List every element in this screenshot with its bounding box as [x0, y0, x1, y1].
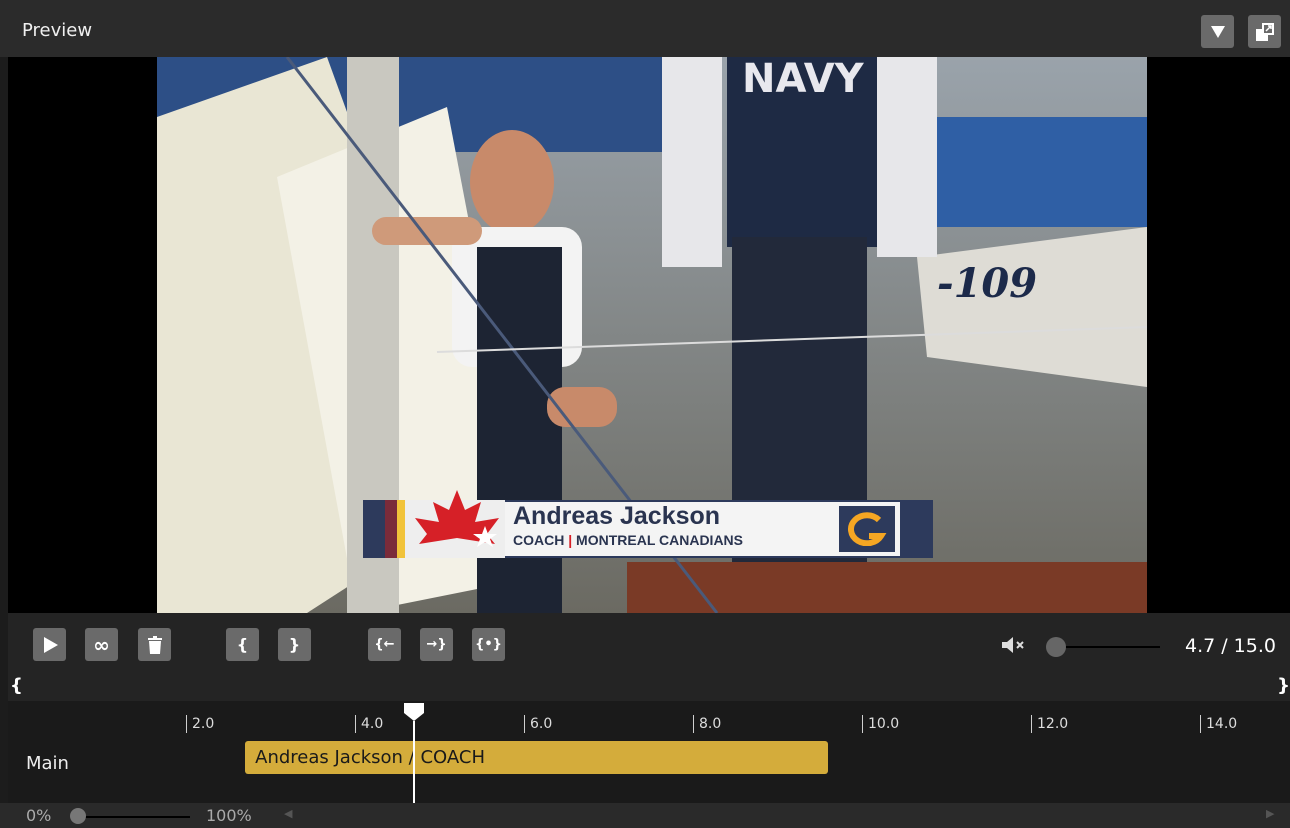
timeline-panel[interactable]: 2.0 4.0 6.0 8.0 10.0 12.0 14.0 Main Andreas Ja… — [8, 701, 1290, 803]
ruler-tick-label: 10.0 — [862, 715, 899, 733]
zoom-slider-knob[interactable] — [70, 808, 86, 824]
popout-window-icon — [1255, 22, 1274, 41]
go-to-out-button[interactable]: →} — [420, 628, 453, 661]
lower-third-graphic: Andreas Jackson COACH | MONTREAL CANADIA… — [363, 490, 933, 558]
panel-title: Preview — [22, 20, 93, 41]
scroll-left-arrow-icon[interactable]: ◀ — [284, 807, 292, 820]
volume-slider-knob[interactable] — [1046, 637, 1066, 657]
zoom-slider-track[interactable] — [74, 816, 190, 818]
playhead-handle[interactable] — [404, 703, 425, 721]
ruler-tick-label: 14.0 — [1200, 715, 1237, 733]
transport-controls: ∞ { } {← →} {•} 4.7 / 15.0 — [8, 613, 1290, 675]
play-button[interactable] — [33, 628, 66, 661]
mark-out-button[interactable]: } — [278, 628, 311, 661]
lower-third-subtitle: COACH | MONTREAL CANADIANS — [513, 532, 743, 548]
go-to-in-button[interactable]: {← — [368, 628, 401, 661]
play-in-out-glyph: {•} — [475, 637, 502, 652]
mark-in-glyph: { — [236, 635, 249, 654]
lower-third-role: COACH — [513, 532, 565, 548]
preview-viewport: -109 NAVY Andreas Jackson COACH | MONTRE… — [8, 57, 1290, 613]
zoom-bar: 0% 100% ◀ ▶ — [0, 803, 1290, 828]
delete-button[interactable] — [138, 628, 171, 661]
mark-out-glyph: } — [288, 635, 301, 654]
g-logo-icon — [839, 506, 895, 552]
boat-number-text: -109 — [937, 260, 1037, 307]
volume-slider-track[interactable] — [1050, 646, 1160, 648]
lower-third-team: MONTREAL CANADIANS — [576, 532, 744, 548]
panel-titlebar: Preview — [0, 0, 1290, 57]
mark-in-button[interactable]: { — [226, 628, 259, 661]
play-icon — [43, 636, 58, 653]
maple-leaf-icon — [415, 490, 499, 547]
ruler-tick-label: 2.0 — [186, 715, 214, 733]
video-frame: -109 NAVY Andreas Jackson COACH | MONTRE… — [157, 57, 1147, 613]
playhead-line[interactable] — [413, 721, 416, 803]
go-to-in-glyph: {← — [374, 637, 395, 652]
go-to-out-glyph: →} — [426, 637, 447, 652]
zoom-max-label: 100% — [206, 806, 252, 825]
ruler-tick-label: 12.0 — [1031, 715, 1068, 733]
in-point-marker[interactable]: { — [10, 675, 23, 696]
in-out-range-bar[interactable]: { } — [8, 675, 1290, 701]
scroll-right-arrow-icon[interactable]: ▶ — [1266, 807, 1274, 820]
speaker-muted-icon[interactable] — [1002, 636, 1028, 654]
timeline-clip[interactable]: Andreas Jackson / COACH — [245, 741, 829, 774]
popout-button[interactable] — [1248, 15, 1281, 48]
ruler-tick-label: 6.0 — [524, 715, 552, 733]
lower-third-name: Andreas Jackson — [513, 502, 721, 530]
trash-icon — [147, 635, 162, 654]
out-point-marker[interactable]: } — [1277, 675, 1290, 696]
ruler-tick-label: 4.0 — [355, 715, 383, 733]
triangle-down-icon — [1210, 25, 1225, 38]
panel-menu-button[interactable] — [1201, 15, 1234, 48]
shirt-navy-text: NAVY — [742, 57, 865, 102]
infinity-icon: ∞ — [93, 632, 110, 657]
zoom-min-label: 0% — [26, 806, 52, 825]
time-display: 4.7 / 15.0 — [1184, 635, 1276, 657]
lower-third-separator: | — [568, 532, 573, 548]
ruler-tick-label: 8.0 — [693, 715, 721, 733]
play-in-out-button[interactable]: {•} — [472, 628, 505, 661]
loop-button[interactable]: ∞ — [85, 628, 118, 661]
track-label-main: Main — [26, 753, 69, 774]
